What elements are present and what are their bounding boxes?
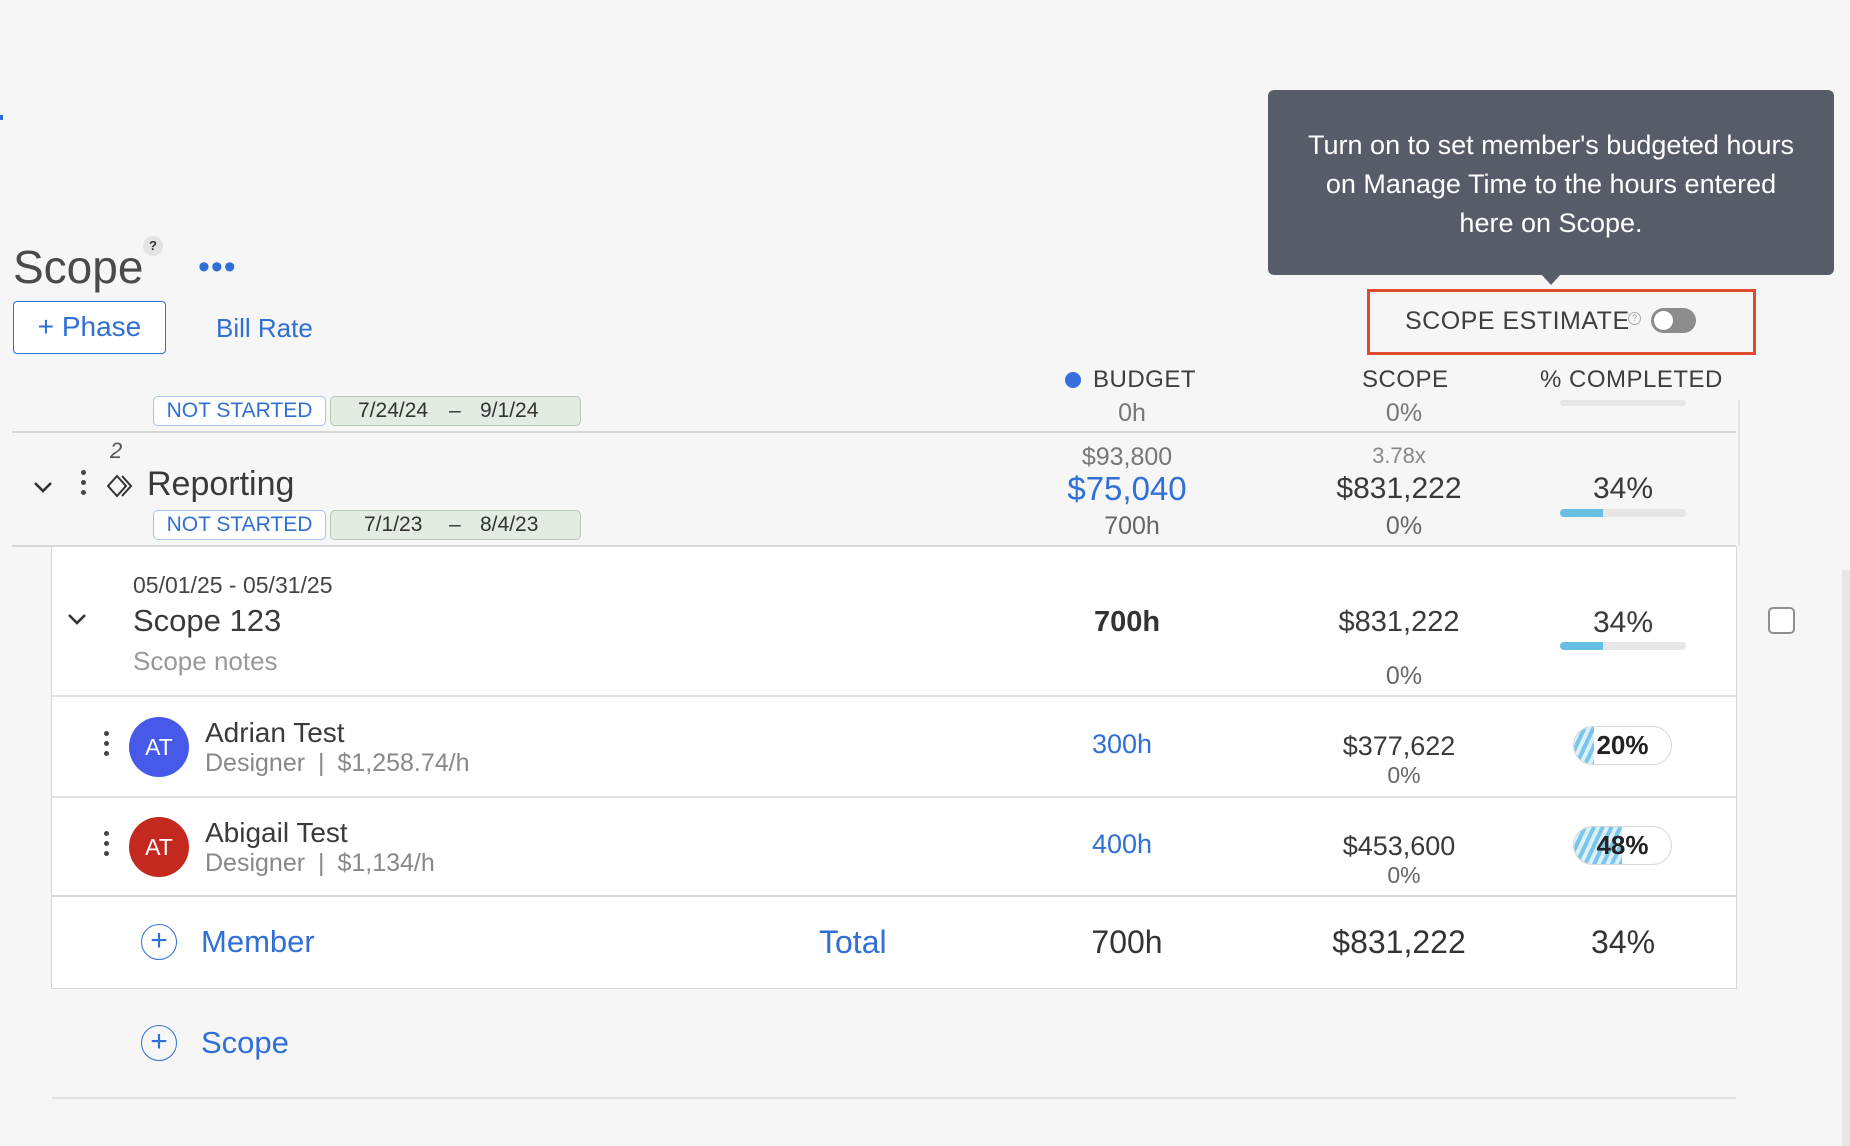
more-options-icon[interactable]: ••• bbox=[198, 250, 237, 284]
phase-budget-amount[interactable]: $75,040 bbox=[1042, 470, 1212, 508]
add-member-icon[interactable]: + bbox=[141, 924, 177, 960]
member-hours[interactable]: 400h bbox=[1072, 829, 1172, 860]
phase-progress-bar bbox=[1560, 509, 1686, 517]
date-dash: – bbox=[449, 399, 461, 422]
phase-budget-top: $93,800 bbox=[1081, 443, 1173, 471]
prev-phase-scope: 0% bbox=[1385, 399, 1423, 427]
phase-menu-icon[interactable] bbox=[81, 470, 87, 500]
add-scope-button[interactable]: Scope bbox=[201, 1025, 289, 1061]
member-completed-pill[interactable]: 20% bbox=[1573, 726, 1672, 765]
collapse-chevron-icon[interactable] bbox=[32, 476, 54, 498]
divider bbox=[12, 431, 1736, 433]
prev-phase-budget: 0h bbox=[1118, 399, 1146, 427]
separator: | bbox=[318, 849, 325, 877]
scope-estimate-tooltip: Turn on to set member's budgeted hours o… bbox=[1268, 90, 1834, 275]
avatar: AT bbox=[129, 717, 189, 777]
date-range-badge[interactable]: 7/24/24 – 9/1/24 bbox=[330, 396, 581, 426]
scope-estimate-toggle[interactable] bbox=[1651, 308, 1696, 333]
total-hours: 700h bbox=[1091, 924, 1163, 960]
column-header-scope: SCOPE bbox=[1362, 366, 1449, 393]
scope-name[interactable]: Scope 123 bbox=[133, 603, 281, 639]
edge-dot bbox=[0, 115, 3, 120]
column-header-completed: % COMPLETED bbox=[1540, 366, 1723, 393]
divider bbox=[52, 695, 1736, 697]
milestone-icon bbox=[106, 474, 135, 498]
phase-scope-multiplier: 3.78x bbox=[1372, 443, 1426, 468]
scope-progress-bar bbox=[1560, 642, 1686, 650]
total-completed: 34% bbox=[1590, 924, 1656, 960]
scrollbar[interactable] bbox=[1842, 570, 1850, 1146]
scope-pct: 0% bbox=[1385, 662, 1423, 690]
end-date: 8/4/23 bbox=[480, 513, 539, 536]
member-subtitle: Designer | $1,134/h bbox=[205, 849, 435, 878]
member-amount: $377,622 bbox=[1342, 731, 1456, 761]
avatar: AT bbox=[129, 817, 189, 877]
scope-amount: $831,222 bbox=[1338, 606, 1460, 638]
bill-rate-link[interactable]: Bill Rate bbox=[216, 313, 313, 344]
toggle-knob bbox=[1654, 311, 1673, 330]
member-completed: 20% bbox=[1596, 730, 1649, 760]
phase-scope-amount: $831,222 bbox=[1336, 472, 1462, 505]
prev-phase-progress bbox=[1560, 400, 1686, 406]
scope-hours: 700h bbox=[1093, 606, 1161, 638]
phase-completed: 34% bbox=[1592, 472, 1654, 505]
separator: | bbox=[318, 749, 325, 777]
add-scope-icon[interactable]: + bbox=[141, 1025, 177, 1061]
member-amount: $453,600 bbox=[1342, 831, 1456, 861]
status-badge[interactable]: NOT STARTED bbox=[153, 396, 326, 426]
date-dash: – bbox=[449, 513, 461, 536]
scope-select-checkbox[interactable] bbox=[1768, 607, 1795, 634]
member-menu-icon[interactable] bbox=[104, 831, 110, 861]
scope-collapse-chevron-icon[interactable] bbox=[66, 608, 88, 630]
scope-estimate-help-icon[interactable]: ? bbox=[1628, 312, 1641, 325]
total-label: Total bbox=[819, 924, 887, 960]
member-name[interactable]: Abigail Test bbox=[205, 817, 348, 849]
member-subtitle: Designer | $1,258.74/h bbox=[205, 749, 470, 778]
page-title: Scope bbox=[13, 241, 144, 293]
member-rate: $1,134/h bbox=[337, 849, 435, 877]
member-completed-pill[interactable]: 48% bbox=[1573, 826, 1672, 865]
progress-fill bbox=[1560, 509, 1603, 517]
member-pct: 0% bbox=[1387, 762, 1421, 788]
status-badge[interactable]: NOT STARTED bbox=[153, 510, 326, 540]
column-header-budget: BUDGET bbox=[1093, 366, 1197, 393]
progress-fill bbox=[1560, 642, 1603, 650]
scroll-edge bbox=[1738, 400, 1740, 546]
scope-estimate-label: SCOPE ESTIMATE bbox=[1405, 307, 1630, 335]
total-amount: $831,222 bbox=[1332, 924, 1466, 960]
start-date: 7/24/24 bbox=[358, 399, 429, 422]
phase-budget-hours: 700h bbox=[1104, 512, 1160, 540]
divider bbox=[52, 796, 1736, 798]
scope-notes[interactable]: Scope notes bbox=[133, 646, 278, 677]
member-completed: 48% bbox=[1596, 830, 1649, 860]
divider bbox=[52, 895, 1736, 897]
phase-number: 2 bbox=[110, 438, 123, 463]
end-date: 9/1/24 bbox=[480, 399, 539, 422]
add-phase-button[interactable]: + Phase bbox=[13, 301, 166, 354]
add-member-button[interactable]: Member bbox=[201, 924, 315, 960]
member-role: Designer bbox=[205, 849, 306, 877]
date-range-badge[interactable]: 7/1/23 – 8/4/23 bbox=[330, 510, 581, 540]
start-date: 7/1/23 bbox=[364, 513, 423, 536]
member-pct: 0% bbox=[1387, 862, 1421, 888]
scope-completed: 34% bbox=[1592, 606, 1654, 639]
member-rate: $1,258.74/h bbox=[337, 749, 470, 777]
phase-name[interactable]: Reporting bbox=[147, 465, 294, 504]
help-icon[interactable]: ? bbox=[143, 236, 163, 256]
phase-scope-pct: 0% bbox=[1385, 512, 1423, 540]
divider bbox=[52, 1097, 1736, 1099]
budget-dot-icon bbox=[1065, 372, 1081, 388]
member-menu-icon[interactable] bbox=[104, 731, 110, 761]
member-hours[interactable]: 300h bbox=[1072, 729, 1172, 760]
tooltip-arrow bbox=[1541, 274, 1561, 285]
scope-dates: 05/01/25 - 05/31/25 bbox=[133, 572, 333, 598]
member-name[interactable]: Adrian Test bbox=[205, 717, 345, 749]
member-role: Designer bbox=[205, 749, 306, 777]
